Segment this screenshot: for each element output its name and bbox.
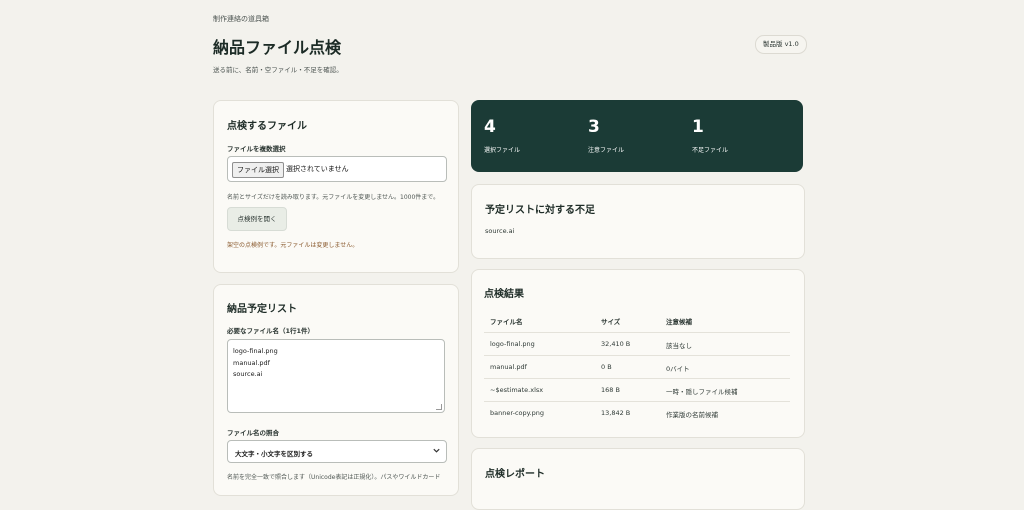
file-input-label: ファイルを複数選択: [227, 145, 286, 153]
missing-count: 1: [692, 117, 704, 137]
row-note: 一時・隠しファイル候補: [666, 388, 738, 396]
page-title: 納品ファイル点検: [213, 38, 342, 57]
app-kicker: 制作連絡の道具箱: [213, 15, 269, 23]
report-title: 点検レポート: [485, 469, 545, 480]
row-size: 168 B: [601, 386, 620, 394]
row-filename: ~$estimate.xlsx: [490, 386, 544, 394]
file-choose-button[interactable]: ファイル選択: [232, 162, 284, 178]
row-note: 0バイト: [666, 365, 690, 373]
column-header-size: サイズ: [601, 318, 621, 326]
column-header-filename: ファイル名: [490, 318, 523, 326]
table-row: ~$estimate.xlsx 168 B 一時・隠しファイル候補: [484, 378, 790, 402]
textarea-line: manual.pdf: [233, 358, 270, 367]
table-row: logo-final.png 32,410 B 該当なし: [484, 332, 790, 356]
open-example-button[interactable]: 点検例を開く: [227, 207, 287, 231]
match-mode-hint: 名前を完全一致で照合します（Unicode表記は正規化）。パスやワイルドカード: [227, 474, 441, 481]
file-hint: 名前とサイズだけを読み取ります。元ファイルを変更しません。1000件まで。: [227, 194, 440, 201]
required-files-label: 必要なファイル名（1行1件）: [227, 327, 315, 335]
row-note: 該当なし: [666, 342, 692, 350]
required-files-textarea[interactable]: logo-final.png manual.pdf source.ai: [227, 339, 445, 413]
row-note: 作業版の名前候補: [666, 411, 718, 419]
resize-grip-icon[interactable]: [436, 404, 442, 410]
caution-count: 3: [588, 117, 600, 137]
file-select-card: 点検するファイル ファイルを複数選択 ファイル選択 選択されていません 名前とサ…: [213, 100, 459, 273]
chevron-down-icon: [433, 448, 440, 453]
file-status: 選択されていません: [286, 165, 349, 173]
example-notice: 架空の点検例です。元ファイルは変更しません。: [227, 242, 359, 249]
table-row: manual.pdf 0 B 0バイト: [484, 355, 790, 379]
missing-files-card: 予定リストに対する不足 source.ai: [471, 184, 805, 259]
row-filename: banner-copy.png: [490, 409, 544, 417]
results-table-header: ファイル名 サイズ 注意候補: [484, 309, 790, 332]
match-mode-value: 大文字・小文字を区別する: [235, 450, 313, 458]
caution-count-label: 注意ファイル: [588, 147, 625, 154]
report-card: 点検レポート: [471, 448, 805, 510]
row-size: 13,842 B: [601, 409, 631, 417]
results-title: 点検結果: [484, 289, 524, 300]
page-subtitle: 送る前に、名前・空ファイル・不足を確認。: [213, 66, 343, 74]
delivery-plan-card: 納品予定リスト 必要なファイル名（1行1件） logo-final.png ma…: [213, 284, 459, 496]
page-header: 制作連絡の道具箱 納品ファイル点検 送る前に、名前・空ファイル・不足を確認。: [213, 14, 803, 74]
row-size: 32,410 B: [601, 340, 631, 348]
row-filename: logo-final.png: [490, 340, 535, 348]
selected-count-label: 選択ファイル: [484, 147, 521, 154]
row-size: 0 B: [601, 363, 612, 371]
delivery-plan-title: 納品予定リスト: [227, 304, 297, 315]
table-row: banner-copy.png 13,842 B 作業版の名前候補: [484, 401, 790, 425]
file-input[interactable]: ファイル選択 選択されていません: [227, 156, 447, 182]
summary-stats-panel: 4 選択ファイル 3 注意ファイル 1 不足ファイル: [471, 100, 803, 172]
file-select-title: 点検するファイル: [227, 121, 307, 132]
textarea-line: logo-final.png: [233, 347, 278, 355]
column-header-note: 注意候補: [666, 318, 692, 326]
match-mode-label: ファイル名の照合: [227, 429, 279, 437]
missing-file-item: source.ai: [485, 227, 515, 235]
version-badge: 製品版 v1.0: [755, 35, 807, 54]
missing-files-title: 予定リストに対する不足: [485, 205, 595, 216]
selected-count: 4: [484, 117, 496, 137]
match-mode-select[interactable]: 大文字・小文字を区別する: [227, 440, 447, 463]
textarea-line: source.ai: [233, 370, 263, 378]
missing-count-label: 不足ファイル: [692, 147, 729, 154]
row-filename: manual.pdf: [490, 363, 527, 371]
